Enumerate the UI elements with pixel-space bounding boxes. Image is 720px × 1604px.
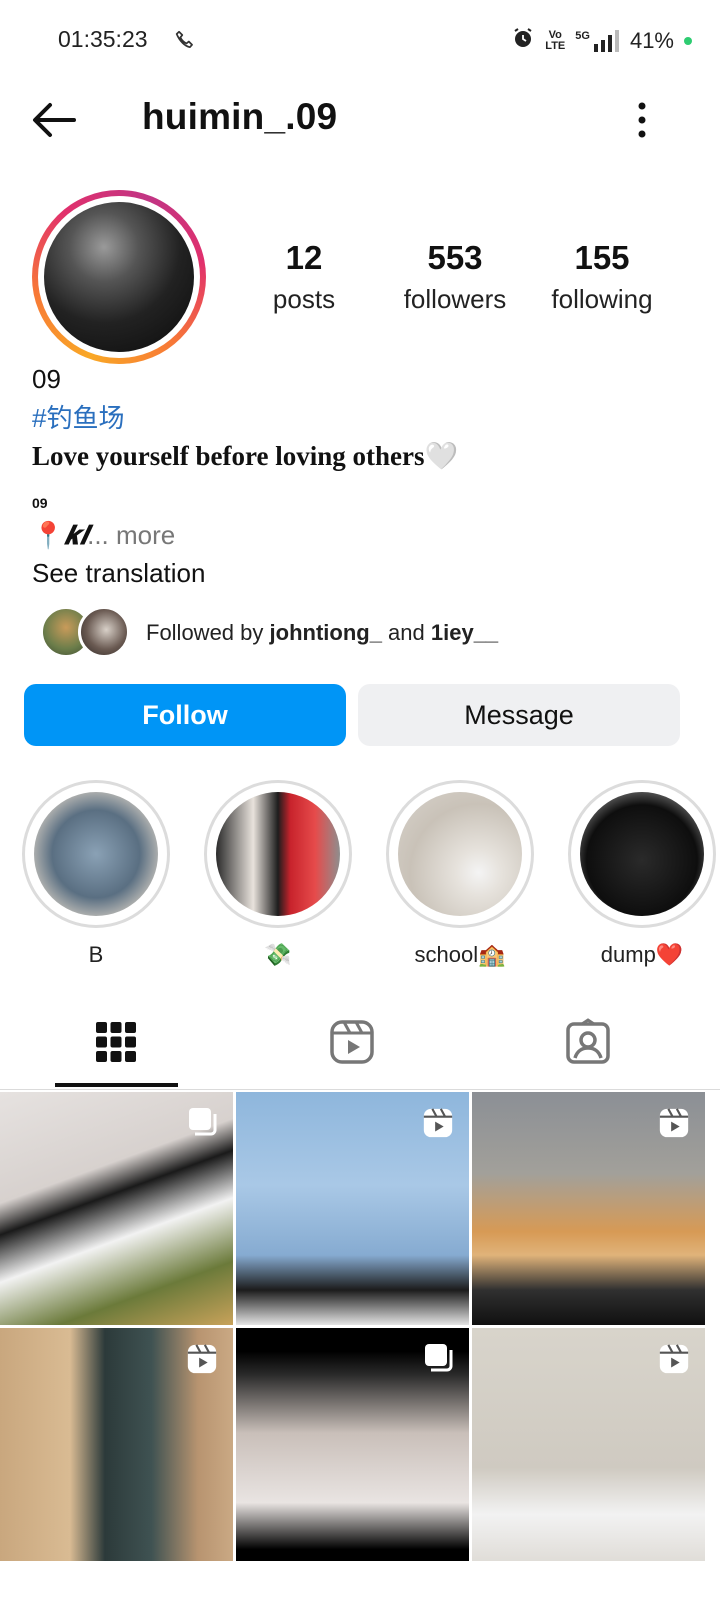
highlight-item[interactable]: B [22,780,170,968]
following-label: following [551,284,653,314]
reel-icon [421,1106,455,1145]
avatar-photo [44,202,194,352]
reels-tab-icon[interactable] [328,1018,376,1066]
carousel-icon [423,1342,455,1379]
followed-by-row[interactable]: Followed by johntiong_ and 1iey__ [40,606,700,660]
network-type: 5G [575,30,590,42]
bio-location: 📍𝒌𝒍... more [32,520,175,552]
mutual-avatar-2 [78,606,130,658]
active-tab-indicator [55,1083,178,1087]
status-bar: 01:35:23 Vo LTE 5G 41% [0,0,720,80]
highlight-ring [568,780,716,928]
location-text: 𝒌𝒍 [64,521,88,550]
post-thumbnail[interactable] [472,1328,705,1561]
battery-status-dot [684,37,692,45]
bio-more-link[interactable]: ... more [87,520,175,550]
following-count: 155 [574,239,630,276]
followers-count: 553 [427,239,483,276]
stat-followers[interactable]: 553 followers [394,240,516,315]
grid-tab-icon[interactable] [92,1018,140,1066]
highlight-item[interactable]: 💸 [204,780,352,968]
profile-display-name: 09 [32,364,61,394]
profile-avatar[interactable] [32,190,206,364]
highlight-ring [204,780,352,928]
message-button[interactable]: Message [358,684,680,746]
followed-by-prefix: Followed by [146,620,270,645]
stat-following[interactable]: 155 following [543,240,661,315]
highlight-ring [22,780,170,928]
battery-percent: 41% [629,28,674,53]
mutual-user-2[interactable]: 1iey__ [431,620,498,645]
profile-username: huimin_.09 [142,96,338,137]
stat-posts[interactable]: 12 posts [262,240,346,315]
post-thumbnail[interactable] [472,1092,705,1325]
highlight-item[interactable]: dump❤️ [568,780,716,968]
post-thumbnail[interactable] [0,1328,233,1561]
tagged-tab-icon[interactable] [564,1018,612,1066]
phone-call-icon [172,28,198,59]
posts-label: posts [272,284,336,314]
back-arrow-icon[interactable] [30,100,78,145]
carousel-icon [187,1106,219,1143]
bio-text: Love yourself before loving others🤍 [32,441,459,471]
location-pin-icon: 📍 [32,520,65,550]
highlight-label: school🏫 [414,942,506,967]
volte-icon: Vo LTE [545,29,566,52]
avatar-border [38,196,200,358]
highlight-label: B [88,942,104,967]
signal-icon: 5G [575,30,620,52]
highlight-image [580,792,704,916]
mutual-user-1[interactable]: johntiong_ [270,620,382,645]
followed-by-text: Followed by johntiong_ and 1iey__ [146,620,498,646]
post-thumbnail[interactable] [0,1092,233,1325]
bio-hashtag[interactable]: #钓鱼场 [32,398,124,435]
highlight-image [34,792,158,916]
reel-icon [185,1342,219,1381]
post-thumbnail[interactable] [236,1328,469,1561]
highlight-label: dump❤️ [600,942,684,967]
reel-icon [657,1106,691,1145]
alarm-icon [511,26,535,56]
highlight-image [216,792,340,916]
bio-small-text: 09 [32,495,48,511]
profile-header: huimin_.09 [0,82,720,158]
highlight-image [398,792,522,916]
more-options-icon[interactable] [636,100,648,145]
post-thumbnail[interactable] [236,1092,469,1325]
followed-by-joiner: and [381,620,431,645]
highlight-label: 💸 [264,942,292,967]
followers-label: followers [403,284,507,314]
reel-icon [657,1342,691,1381]
highlight-item[interactable]: school🏫 [386,780,534,968]
follow-button[interactable]: Follow [24,684,346,746]
status-time: 01:35:23 [58,26,148,52]
see-translation-link[interactable]: See translation [32,558,205,589]
highlight-ring [386,780,534,928]
profile-tabs [0,1002,720,1090]
posts-count: 12 [285,239,323,276]
